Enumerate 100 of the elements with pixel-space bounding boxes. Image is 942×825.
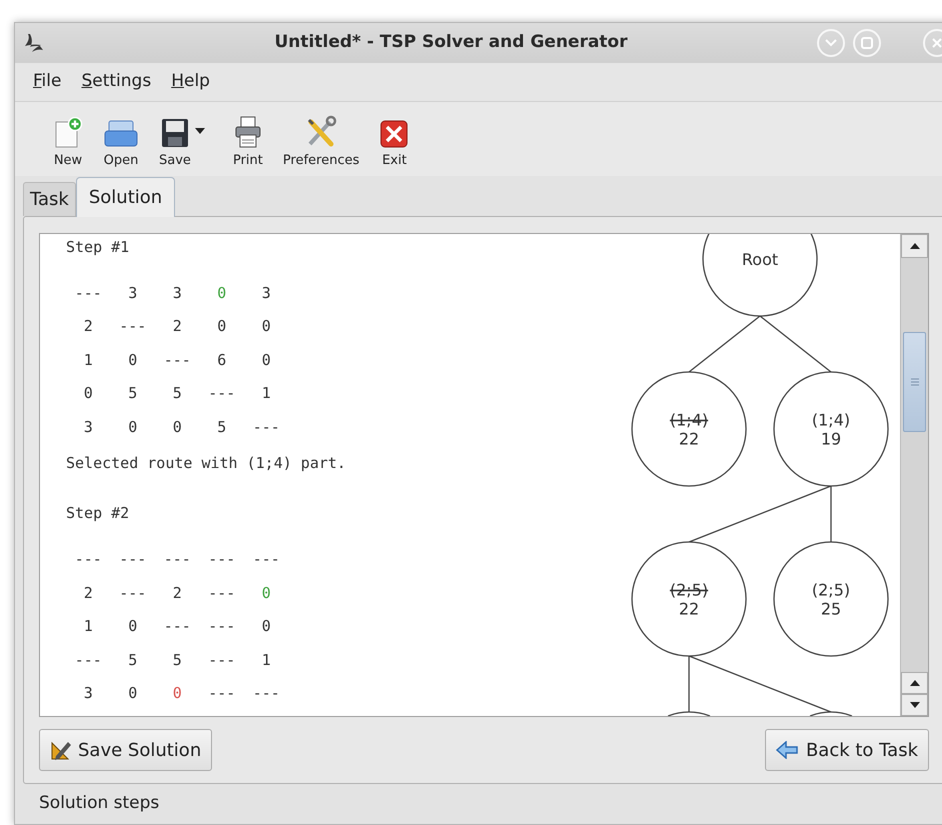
matrix-cell-text: ---: [74, 549, 102, 570]
maximize-button[interactable]: [853, 29, 881, 57]
chevron-down-icon: [825, 39, 837, 47]
printer-icon: [232, 114, 263, 148]
step-note: Selected route with (1;4) part.: [66, 452, 346, 474]
matrix-cell-text: ---: [119, 582, 146, 604]
matrix-cell-text: 3: [262, 282, 271, 304]
minimize-button[interactable]: [817, 29, 845, 57]
matrix-cell-text: 0: [128, 683, 138, 704]
matrix-cell-text: ---: [208, 616, 236, 638]
scroll-thumb[interactable]: [903, 332, 926, 432]
toolbar-button[interactable]: New: [47, 116, 89, 170]
matrix-cell-text: ---: [252, 416, 280, 438]
toolbar-button[interactable]: Open: [97, 118, 145, 170]
matrix-cell-text: 0: [172, 416, 182, 438]
matrix-cell-text: 3: [84, 683, 93, 704]
caret-icon: [194, 128, 205, 134]
window-title: Untitled* - TSP Solver and Generator: [274, 31, 628, 54]
tree-node: Root: [702, 234, 818, 317]
status-bar-text: Solution steps: [39, 792, 160, 816]
close-icon: [932, 38, 942, 48]
tree-node: (1;4) 22: [631, 371, 747, 487]
matrix-cell-text: ---: [208, 650, 236, 671]
matrix-cell-text: 2: [172, 582, 182, 604]
toolbar-button[interactable]: Print: [226, 114, 269, 170]
folder-icon: [103, 118, 139, 148]
matrix-cell-text: 0: [217, 316, 226, 338]
matrix-cell-text: ---: [164, 350, 191, 371]
matrix-cell-text: 1: [262, 383, 271, 404]
matrix-cell-text: ---: [208, 383, 236, 404]
matrix-cell-text: 0: [262, 582, 271, 604]
close-icon: [379, 118, 410, 148]
matrix-cell-text: 1: [84, 350, 93, 371]
scroll-up-button[interactable]: [901, 672, 928, 694]
matrix-cell-text: 1: [84, 616, 93, 638]
arrow-down-icon: [910, 702, 920, 708]
matrix-cell-text: 3: [172, 282, 182, 304]
matrix-cell-text: ---: [74, 650, 102, 671]
matrix-cell-text: 0: [262, 316, 271, 338]
matrix-cell-text: 0: [128, 350, 138, 371]
step-title: Step #1: [66, 237, 130, 258]
save-solution-button[interactable]: Save Solution: [39, 729, 212, 771]
arrow-up-icon: [910, 243, 920, 249]
matrix-cell-text: ---: [119, 549, 146, 570]
matrix-cell-text: ---: [208, 683, 236, 704]
matrix-cell-text: 5: [128, 650, 138, 671]
arrow-left-icon: [776, 741, 798, 759]
matrix-cell-text: 5: [217, 416, 226, 438]
connector-line: [688, 315, 760, 373]
matrix-cell-text: 2: [172, 316, 182, 338]
matrix-cell-text: 0: [128, 616, 138, 638]
scroll-up-button[interactable]: [901, 234, 928, 258]
matrix-cell-text: 0: [84, 383, 93, 404]
grip-icon: [910, 378, 918, 386]
matrix-cell-text: ---: [74, 282, 102, 304]
matrix-cell-text: ---: [164, 549, 191, 570]
matrix-cell-text: 2: [84, 316, 93, 338]
matrix-cell-text: ---: [252, 549, 280, 570]
connector-line: [760, 315, 832, 373]
matrix-cell-text: ---: [208, 549, 236, 570]
tree-node: [668, 711, 710, 716]
matrix-cell-text: 1: [262, 650, 271, 671]
scroll-down-button[interactable]: [901, 694, 928, 716]
dropdown-button[interactable]: [194, 128, 205, 134]
matrix-cell-text: 5: [172, 383, 182, 404]
matrix-cell-text: 3: [84, 416, 93, 438]
tree-node: (2;5) 25: [773, 541, 889, 657]
tree-node: (1;4) 19: [773, 371, 889, 487]
matrix-cell-text: 0: [172, 683, 182, 704]
toolbar-button[interactable]: Exit: [373, 118, 416, 170]
matrix-cell-text: ---: [208, 582, 236, 604]
menu-item[interactable]: Settings: [75, 69, 158, 95]
toolbar-button[interactable]: Save: [153, 116, 197, 170]
back-to-task-button[interactable]: Back to Task: [764, 729, 929, 771]
matrix-cell-text: ---: [164, 616, 191, 638]
tab[interactable]: Task: [23, 182, 76, 216]
arrow-up-icon: [910, 680, 920, 686]
matrix-cell-text: ---: [119, 316, 146, 338]
matrix-cell-text: ---: [252, 683, 280, 704]
pencil-ruler-icon: [50, 739, 72, 761]
matrix-cell-text: 0: [262, 616, 271, 638]
toolbar-button[interactable]: Preferences: [276, 114, 366, 170]
step-title: Step #2: [66, 503, 130, 524]
scrollbar[interactable]: [900, 234, 928, 716]
tree-node: [810, 711, 852, 716]
app-icon: [23, 32, 45, 54]
matrix-cell-text: 5: [128, 383, 138, 404]
matrix-cell-text: 6: [217, 350, 226, 371]
new-document-icon: [53, 116, 83, 148]
maximize-icon: [861, 37, 873, 49]
matrix-cell-text: 3: [128, 282, 138, 304]
tab[interactable]: Solution: [76, 177, 176, 217]
matrix-cell-text: 2: [84, 582, 93, 604]
menu-item[interactable]: Help: [165, 69, 216, 95]
menu-item[interactable]: File: [27, 69, 68, 95]
matrix-cell-text: 0: [262, 350, 271, 371]
matrix-cell-text: 0: [217, 282, 226, 304]
matrix-cell-text: 5: [172, 650, 182, 671]
tree-node: (2;5) 22: [631, 541, 747, 657]
matrix-cell-text: 0: [128, 416, 138, 438]
